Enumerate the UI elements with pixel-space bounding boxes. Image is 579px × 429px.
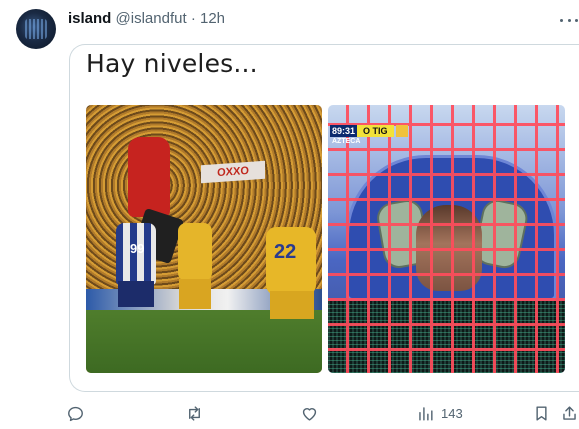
- tweet-header: island @islandfut · 12h: [68, 10, 225, 27]
- retweet-icon: [189, 405, 200, 421]
- pitch: [86, 310, 322, 373]
- share-button[interactable]: [560, 402, 579, 424]
- reply-button[interactable]: [66, 402, 85, 424]
- stadium-banner: OXXO: [201, 160, 265, 184]
- tweet-time[interactable]: 12h: [200, 10, 225, 27]
- scoreboard-clock: 89:31: [330, 125, 358, 137]
- player-yellow-2-shorts: [270, 291, 314, 319]
- left-photo[interactable]: OXXO 99 22: [86, 105, 322, 373]
- avatar[interactable]: [16, 9, 56, 49]
- author-handle[interactable]: @islandfut: [116, 10, 187, 27]
- player-blue-shorts: [118, 281, 154, 307]
- heart-icon: [302, 407, 317, 421]
- jersey-number-2: 22: [274, 241, 297, 263]
- views-button[interactable]: 143: [416, 402, 463, 424]
- bookmark-button[interactable]: [532, 402, 551, 424]
- goalkeeper-figure: [128, 137, 170, 217]
- scoreboard-team: O TIG: [357, 125, 394, 137]
- like-button[interactable]: [300, 402, 319, 424]
- more-options-icon[interactable]: [560, 13, 578, 27]
- author-name[interactable]: island: [68, 10, 111, 27]
- network-logo: AZTECA: [332, 138, 361, 145]
- separator-dot: ·: [190, 10, 196, 27]
- goal-net: [328, 105, 565, 373]
- bar-chart-icon: [419, 406, 433, 421]
- right-photo[interactable]: 89:31 O TIG AZTECA: [328, 105, 565, 373]
- player-yellow-1: [178, 223, 212, 281]
- tv-scoreboard: 89:31 O TIG: [330, 125, 408, 137]
- bookmark-icon: [536, 405, 547, 421]
- player-yellow-1-shorts: [179, 279, 211, 309]
- tweet-text: Hay niveles...: [86, 49, 258, 78]
- team-crest-icon: [395, 125, 408, 137]
- tweet-actions: 143: [0, 402, 579, 426]
- reply-icon: [68, 406, 83, 421]
- views-count: 143: [441, 405, 463, 421]
- share-icon: [563, 405, 576, 420]
- retweet-button[interactable]: [185, 402, 204, 424]
- quoted-media-card[interactable]: Hay niveles... OXXO 99 22 89:31 O TIG AZ…: [69, 44, 579, 392]
- jersey-number-1: 99: [130, 241, 145, 256]
